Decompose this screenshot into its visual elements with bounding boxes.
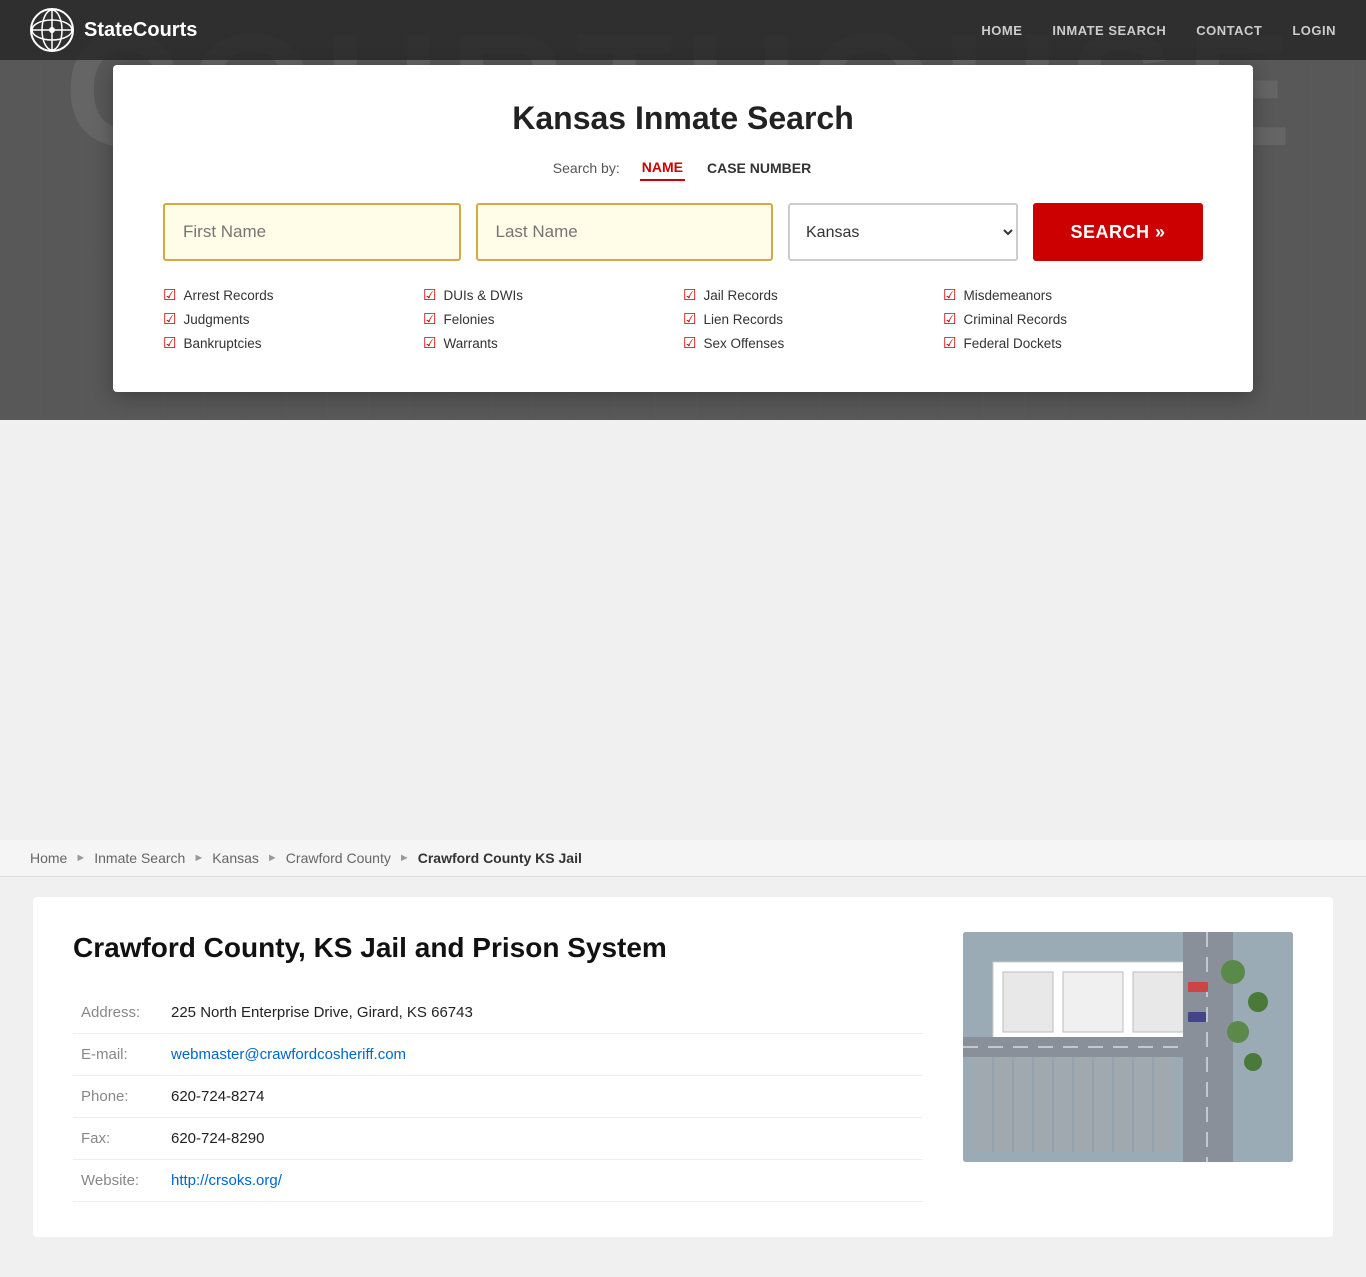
breadcrumb-home[interactable]: Home [30, 850, 67, 866]
check-jail-records: ☑ Jail Records [683, 286, 943, 304]
navbar: StateCourts HOME INMATE SEARCH CONTACT L… [0, 0, 1366, 60]
check-label: Judgments [183, 312, 249, 327]
check-icon: ☑ [163, 310, 176, 328]
search-by-row: Search by: NAME CASE NUMBER [163, 155, 1203, 181]
content-layout: Crawford County, KS Jail and Prison Syst… [73, 932, 1293, 1202]
check-bankruptcies: ☑ Bankruptcies [163, 334, 423, 352]
aerial-svg [963, 932, 1293, 1162]
check-misdemeanors: ☑ Misdemeanors [943, 286, 1203, 304]
check-icon: ☑ [163, 286, 176, 304]
search-inputs: Kansas SEARCH » [163, 203, 1203, 261]
breadcrumb-sep-4: ► [399, 852, 410, 864]
check-federal-dockets: ☑ Federal Dockets [943, 334, 1203, 352]
check-label: DUIs & DWIs [443, 288, 523, 303]
nav-inmate-search[interactable]: INMATE SEARCH [1052, 23, 1166, 38]
check-sex-offenses: ☑ Sex Offenses [683, 334, 943, 352]
hero-section: COURTHOUSE StateCourts HOME INMATE SEARC… [0, 0, 1366, 420]
check-label: Felonies [443, 312, 494, 327]
nav-home[interactable]: HOME [981, 23, 1022, 38]
table-row-website: Website: http://crsoks.org/ [73, 1160, 923, 1202]
nav-links: HOME INMATE SEARCH CONTACT LOGIN [981, 23, 1336, 38]
check-label: Lien Records [703, 312, 783, 327]
facility-image [963, 932, 1293, 1162]
phone-label: Phone: [73, 1076, 163, 1118]
breadcrumb-inmate-search[interactable]: Inmate Search [94, 850, 185, 866]
email-value: webmaster@crawfordcosheriff.com [163, 1034, 923, 1076]
search-by-label: Search by: [553, 160, 620, 176]
breadcrumb: Home ► Inmate Search ► Kansas ► Crawford… [0, 840, 1366, 877]
check-arrest-records: ☑ Arrest Records [163, 286, 423, 304]
checklist-grid: ☑ Arrest Records ☑ DUIs & DWIs ☑ Jail Re… [163, 286, 1203, 352]
check-icon: ☑ [683, 310, 696, 328]
last-name-input[interactable] [476, 203, 774, 261]
check-lien-records: ☑ Lien Records [683, 310, 943, 328]
breadcrumb-kansas[interactable]: Kansas [212, 850, 259, 866]
check-criminal-records: ☑ Criminal Records [943, 310, 1203, 328]
check-icon: ☑ [423, 286, 436, 304]
content-card: Crawford County, KS Jail and Prison Syst… [33, 897, 1333, 1237]
check-icon: ☑ [423, 310, 436, 328]
search-card: Kansas Inmate Search Search by: NAME CAS… [113, 65, 1253, 392]
breadcrumb-crawford-county[interactable]: Crawford County [286, 850, 391, 866]
check-icon: ☑ [943, 310, 956, 328]
check-label: Criminal Records [963, 312, 1067, 327]
check-warrants: ☑ Warrants [423, 334, 683, 352]
breadcrumb-current: Crawford County KS Jail [418, 850, 582, 866]
check-label: Arrest Records [183, 288, 273, 303]
content-left: Crawford County, KS Jail and Prison Syst… [73, 932, 923, 1202]
state-select[interactable]: Kansas [788, 203, 1018, 261]
website-label: Website: [73, 1160, 163, 1202]
aerial-view [963, 932, 1293, 1162]
table-row-address: Address: 225 North Enterprise Drive, Gir… [73, 992, 923, 1034]
check-label: Sex Offenses [703, 336, 784, 351]
check-icon: ☑ [943, 286, 956, 304]
email-link[interactable]: webmaster@crawfordcosheriff.com [171, 1046, 406, 1063]
breadcrumb-sep-3: ► [267, 852, 278, 864]
table-row-fax: Fax: 620-724-8290 [73, 1118, 923, 1160]
check-icon: ☑ [943, 334, 956, 352]
phone-value: 620-724-8274 [163, 1076, 923, 1118]
logo-text: StateCourts [84, 19, 197, 42]
nav-login[interactable]: LOGIN [1292, 23, 1336, 38]
check-label: Warrants [443, 336, 497, 351]
fax-label: Fax: [73, 1118, 163, 1160]
check-label: Jail Records [703, 288, 777, 303]
check-label: Misdemeanors [963, 288, 1052, 303]
info-table: Address: 225 North Enterprise Drive, Gir… [73, 992, 923, 1202]
address-value: 225 North Enterprise Drive, Girard, KS 6… [163, 992, 923, 1034]
tab-case-number[interactable]: CASE NUMBER [705, 156, 813, 180]
nav-contact[interactable]: CONTACT [1196, 23, 1262, 38]
search-button[interactable]: SEARCH » [1033, 203, 1203, 261]
table-row-phone: Phone: 620-724-8274 [73, 1076, 923, 1118]
table-row-email: E-mail: webmaster@crawfordcosheriff.com [73, 1034, 923, 1076]
tab-name[interactable]: NAME [640, 155, 685, 181]
website-value: http://crsoks.org/ [163, 1160, 923, 1202]
email-label: E-mail: [73, 1034, 163, 1076]
check-label: Bankruptcies [183, 336, 261, 351]
main-content: Crawford County, KS Jail and Prison Syst… [0, 877, 1366, 1277]
check-judgments: ☑ Judgments [163, 310, 423, 328]
first-name-input[interactable] [163, 203, 461, 261]
check-felonies: ☑ Felonies [423, 310, 683, 328]
check-icon: ☑ [163, 334, 176, 352]
website-link[interactable]: http://crsoks.org/ [171, 1172, 282, 1189]
fax-value: 620-724-8290 [163, 1118, 923, 1160]
breadcrumb-sep-2: ► [193, 852, 204, 864]
breadcrumb-sep-1: ► [75, 852, 86, 864]
check-label: Federal Dockets [963, 336, 1061, 351]
check-icon: ☑ [683, 286, 696, 304]
content-title: Crawford County, KS Jail and Prison Syst… [73, 932, 923, 964]
logo-link[interactable]: StateCourts [30, 8, 197, 52]
check-icon: ☑ [423, 334, 436, 352]
check-icon: ☑ [683, 334, 696, 352]
check-duis-dwis: ☑ DUIs & DWIs [423, 286, 683, 304]
address-label: Address: [73, 992, 163, 1034]
logo-icon [30, 8, 74, 52]
search-card-title: Kansas Inmate Search [163, 100, 1203, 137]
